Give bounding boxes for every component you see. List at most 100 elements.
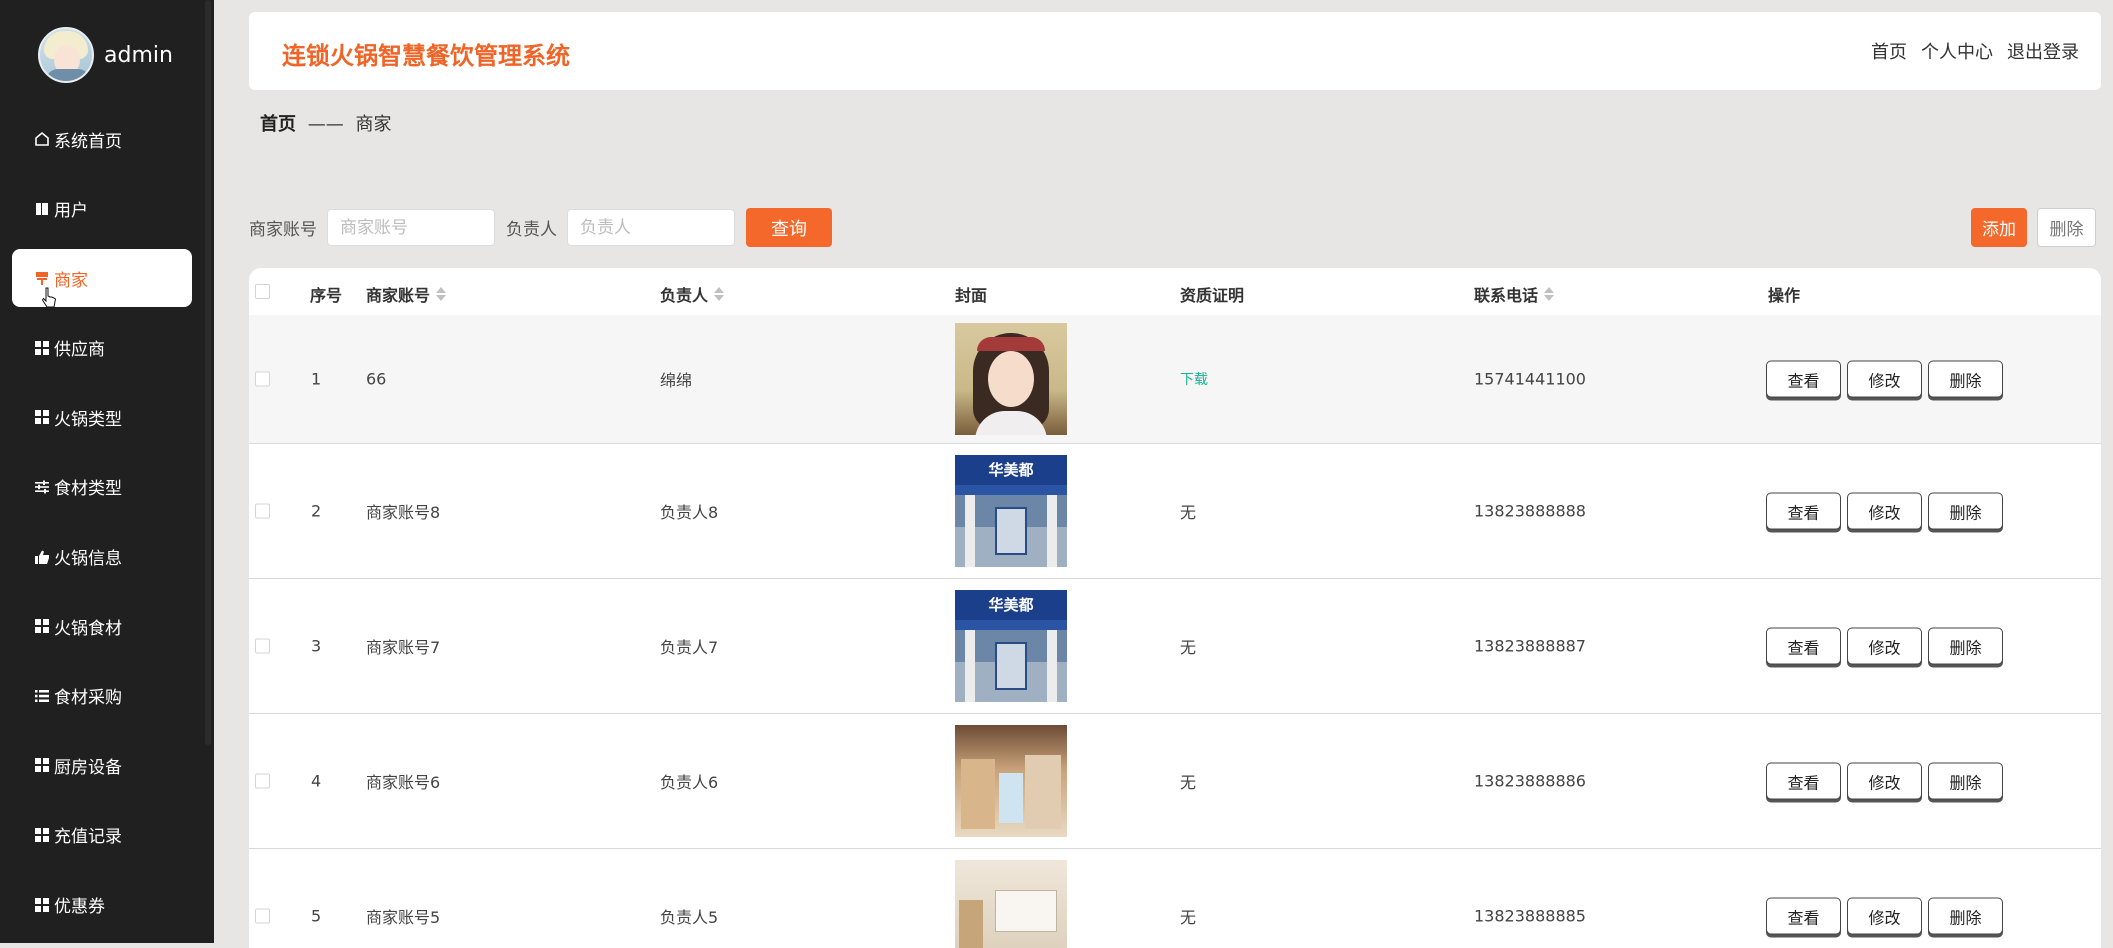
view-button[interactable]: 查看 xyxy=(1766,897,1841,935)
cell-certificate: 无 xyxy=(1180,773,1197,792)
sort-icon[interactable] xyxy=(1544,287,1555,301)
edit-button[interactable]: 修改 xyxy=(1847,360,1922,398)
sidebar-item-coupons[interactable]: 优惠券 xyxy=(12,876,192,934)
batch-delete-button[interactable]: 删除 xyxy=(2037,208,2096,247)
delete-button[interactable]: 删除 xyxy=(1928,627,2003,665)
logout-link[interactable]: 退出登录 xyxy=(2007,38,2079,64)
sidebar-item-ingredient-types[interactable]: 食材类型 xyxy=(12,458,192,516)
sidebar-item-users[interactable]: 用户 xyxy=(12,180,192,238)
sidebar-scrollbar[interactable] xyxy=(205,0,211,745)
row-checkbox[interactable] xyxy=(255,503,270,519)
cell-phone: 15741441100 xyxy=(1474,369,1586,389)
view-button[interactable]: 查看 xyxy=(1766,492,1841,530)
cell-index: 1 xyxy=(311,369,322,389)
view-button[interactable]: 查看 xyxy=(1766,360,1841,398)
cover-image[interactable] xyxy=(955,323,1067,435)
search-bar: 商家账号 负责人 查询 xyxy=(249,208,832,247)
edit-button[interactable]: 修改 xyxy=(1847,762,1922,800)
cover-image[interactable] xyxy=(955,860,1067,948)
query-button[interactable]: 查询 xyxy=(746,208,832,247)
sliders-icon xyxy=(34,479,50,495)
grid-icon xyxy=(34,757,50,773)
home-link[interactable]: 首页 xyxy=(1871,38,1907,64)
cover-sign-text: 华美都 xyxy=(955,455,1067,485)
avatar[interactable] xyxy=(38,27,94,83)
delete-button[interactable]: 删除 xyxy=(1928,360,2003,398)
column-header-account[interactable]: 商家账号 xyxy=(366,282,447,306)
account-label: 商家账号 xyxy=(249,220,317,240)
edit-button[interactable]: 修改 xyxy=(1847,492,1922,530)
column-header-phone[interactable]: 联系电话 xyxy=(1474,282,1555,306)
app-title: 连锁火锅智慧餐饮管理系统 xyxy=(282,42,570,70)
view-button[interactable]: 查看 xyxy=(1766,762,1841,800)
sidebar-item-label: 用户 xyxy=(54,201,88,222)
thumb-icon xyxy=(34,549,50,565)
owner-label: 负责人 xyxy=(506,220,557,240)
sort-icon[interactable] xyxy=(714,287,725,301)
row-checkbox[interactable] xyxy=(255,638,270,654)
sidebar-item-home[interactable]: 系统首页 xyxy=(12,110,192,168)
sidebar: admin 系统首页 用户 商家 供应商 火锅类型 食材类型 火锅信息 火锅食材… xyxy=(0,0,214,943)
add-button[interactable]: 添加 xyxy=(1971,208,2027,247)
cell-certificate: 无 xyxy=(1180,503,1197,522)
certificate-download-link[interactable]: 下载 xyxy=(1180,369,1208,389)
delete-button[interactable]: 删除 xyxy=(1928,492,2003,530)
row-checkbox[interactable] xyxy=(255,773,270,789)
sidebar-item-hotpot-types[interactable]: 火锅类型 xyxy=(12,388,192,446)
sidebar-item-recharge-records[interactable]: 充值记录 xyxy=(12,806,192,864)
breadcrumb-separator: —— xyxy=(307,114,344,135)
cell-owner: 负责人5 xyxy=(660,908,719,927)
grid-icon xyxy=(34,827,50,843)
row-checkbox[interactable] xyxy=(255,371,270,387)
cover-image[interactable]: 华美都 xyxy=(955,455,1067,567)
user-info: admin xyxy=(38,26,173,84)
cell-certificate: 无 xyxy=(1180,638,1197,657)
sort-icon[interactable] xyxy=(436,287,447,301)
grid-icon xyxy=(34,897,50,913)
column-header-index: 序号 xyxy=(310,286,343,305)
table-header: 序号 商家账号 负责人 封面 资质证明 联系电话 操作 xyxy=(249,268,2101,315)
sidebar-item-label: 系统首页 xyxy=(54,131,122,152)
sidebar-menu: 系统首页 用户 商家 供应商 火锅类型 食材类型 火锅信息 火锅食材 食材采购 … xyxy=(12,110,192,945)
sidebar-item-label: 火锅食材 xyxy=(54,618,122,639)
cell-phone: 13823888887 xyxy=(1474,636,1586,656)
cell-certificate: 无 xyxy=(1180,908,1197,927)
sidebar-item-label: 厨房设备 xyxy=(54,757,122,778)
owner-search-input[interactable] xyxy=(567,209,735,246)
edit-button[interactable]: 修改 xyxy=(1847,627,1922,665)
sidebar-item-kitchen-equipment[interactable]: 厨房设备 xyxy=(12,736,192,794)
sidebar-item-merchants[interactable]: 商家 xyxy=(12,249,192,308)
cell-account: 66 xyxy=(366,369,387,389)
grid-icon xyxy=(34,409,50,425)
select-all-checkbox[interactable] xyxy=(255,284,270,299)
cell-phone: 13823888888 xyxy=(1474,501,1586,521)
sidebar-item-label: 优惠券 xyxy=(54,897,105,918)
view-button[interactable]: 查看 xyxy=(1766,627,1841,665)
row-actions: 查看 修改 删除 xyxy=(1766,762,2003,800)
breadcrumb-current: 商家 xyxy=(355,114,392,135)
sidebar-item-suppliers[interactable]: 供应商 xyxy=(12,319,192,377)
column-header-actions: 操作 xyxy=(1768,286,1801,305)
sidebar-item-hotpot-ingredients[interactable]: 火锅食材 xyxy=(12,597,192,655)
cell-phone: 13823888886 xyxy=(1474,771,1586,791)
cover-sign-text: 华美都 xyxy=(955,590,1067,620)
column-header-owner[interactable]: 负责人 xyxy=(660,282,725,306)
row-actions: 查看 修改 删除 xyxy=(1766,360,2003,398)
cell-index: 4 xyxy=(311,771,322,791)
row-checkbox[interactable] xyxy=(255,908,270,924)
profile-link[interactable]: 个人中心 xyxy=(1921,38,1993,64)
delete-button[interactable]: 删除 xyxy=(1928,762,2003,800)
cell-phone: 13823888885 xyxy=(1474,906,1586,926)
list-icon xyxy=(34,688,50,704)
edit-button[interactable]: 修改 xyxy=(1847,897,1922,935)
sidebar-item-label: 火锅信息 xyxy=(54,549,122,570)
sidebar-item-ingredient-purchase[interactable]: 食材采购 xyxy=(12,667,192,725)
cover-image[interactable] xyxy=(955,725,1067,837)
cell-owner: 负责人7 xyxy=(660,638,719,657)
account-search-input[interactable] xyxy=(327,209,495,246)
sidebar-item-hotpot-info[interactable]: 火锅信息 xyxy=(12,528,192,586)
breadcrumb-home[interactable]: 首页 xyxy=(260,114,296,135)
sidebar-item-label: 食材类型 xyxy=(54,479,122,500)
cover-image[interactable]: 华美都 xyxy=(955,590,1067,702)
delete-button[interactable]: 删除 xyxy=(1928,897,2003,935)
